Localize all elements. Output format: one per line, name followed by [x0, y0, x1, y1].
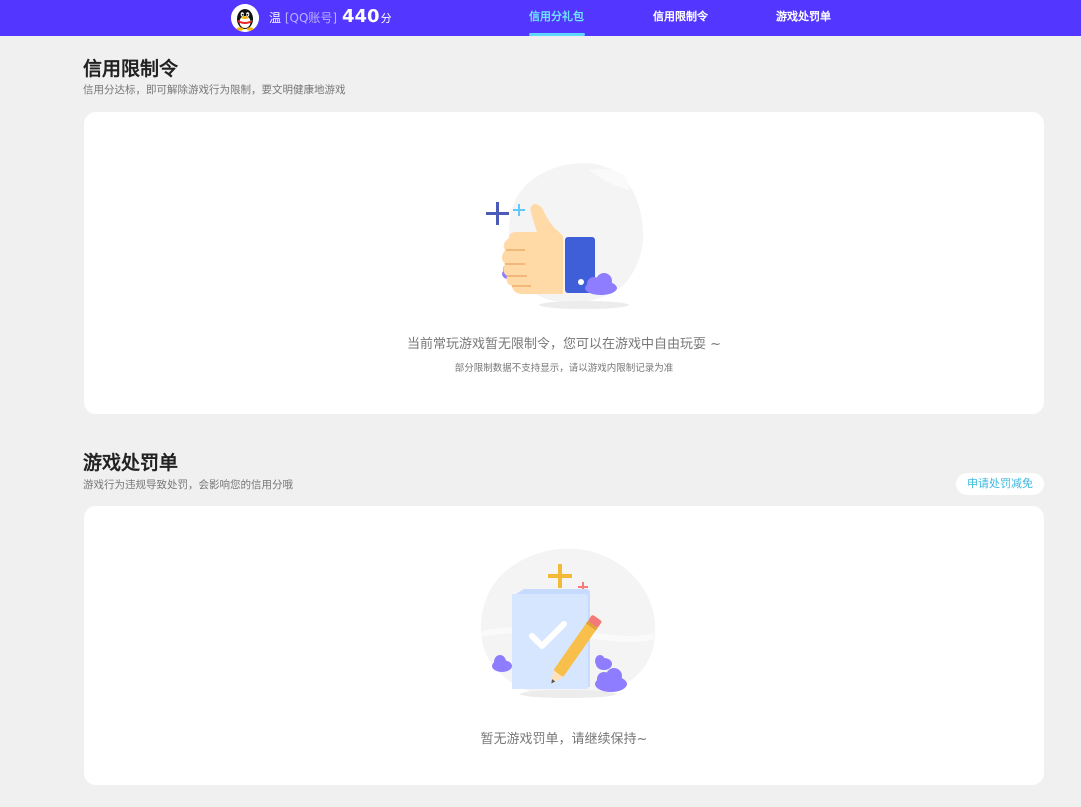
user-name: 温 [QQ账号] [269, 11, 337, 25]
tab-game-penalty[interactable]: 游戏处罚单 [776, 10, 831, 24]
avatar[interactable] [231, 4, 259, 32]
restriction-section-subtitle: 信用分达标，即可解除游戏行为限制，要文明健康地游戏 [83, 84, 346, 96]
restriction-empty-text: 当前常玩游戏暂无限制令，您可以在游戏中自由玩耍 ~ [406, 337, 722, 352]
top-bar: 温 [QQ账号] 440分 信用分礼包 信用限制令 游戏处罚单 [0, 0, 1081, 36]
penalty-section-title: 游戏处罚单 [83, 452, 179, 474]
credit-score: 440分 [342, 6, 392, 30]
restriction-card: 当前常玩游戏暂无限制令，您可以在游戏中自由玩耍 ~ 部分限制数据不支持显示，请以… [84, 112, 1044, 414]
apply-penalty-reduction-button[interactable]: 申请处罚减免 [956, 473, 1044, 495]
tab-credit-gift[interactable]: 信用分礼包 [529, 10, 584, 24]
account-type-tag: [QQ账号] [284, 11, 338, 25]
tab-credit-restriction[interactable]: 信用限制令 [653, 10, 708, 24]
user-display-name: 温 [269, 11, 282, 25]
credit-score-unit: 分 [380, 12, 392, 25]
thumbs-up-icon [486, 163, 644, 309]
penalty-section-subtitle: 游戏行为违规导致处罚，会影响您的信用分哦 [83, 479, 293, 491]
qq-penguin-icon [231, 4, 259, 32]
penalty-empty-text: 暂无游戏罚单，请继续保持~ [480, 732, 648, 747]
active-tab-indicator [529, 33, 585, 36]
restriction-empty-note: 部分限制数据不支持显示，请以游戏内限制记录为准 [454, 363, 674, 374]
document-check-icon [480, 548, 656, 698]
restriction-section-title: 信用限制令 [83, 58, 179, 80]
credit-score-value: 440 [342, 6, 380, 27]
penalty-card: 暂无游戏罚单，请继续保持~ [84, 506, 1044, 785]
